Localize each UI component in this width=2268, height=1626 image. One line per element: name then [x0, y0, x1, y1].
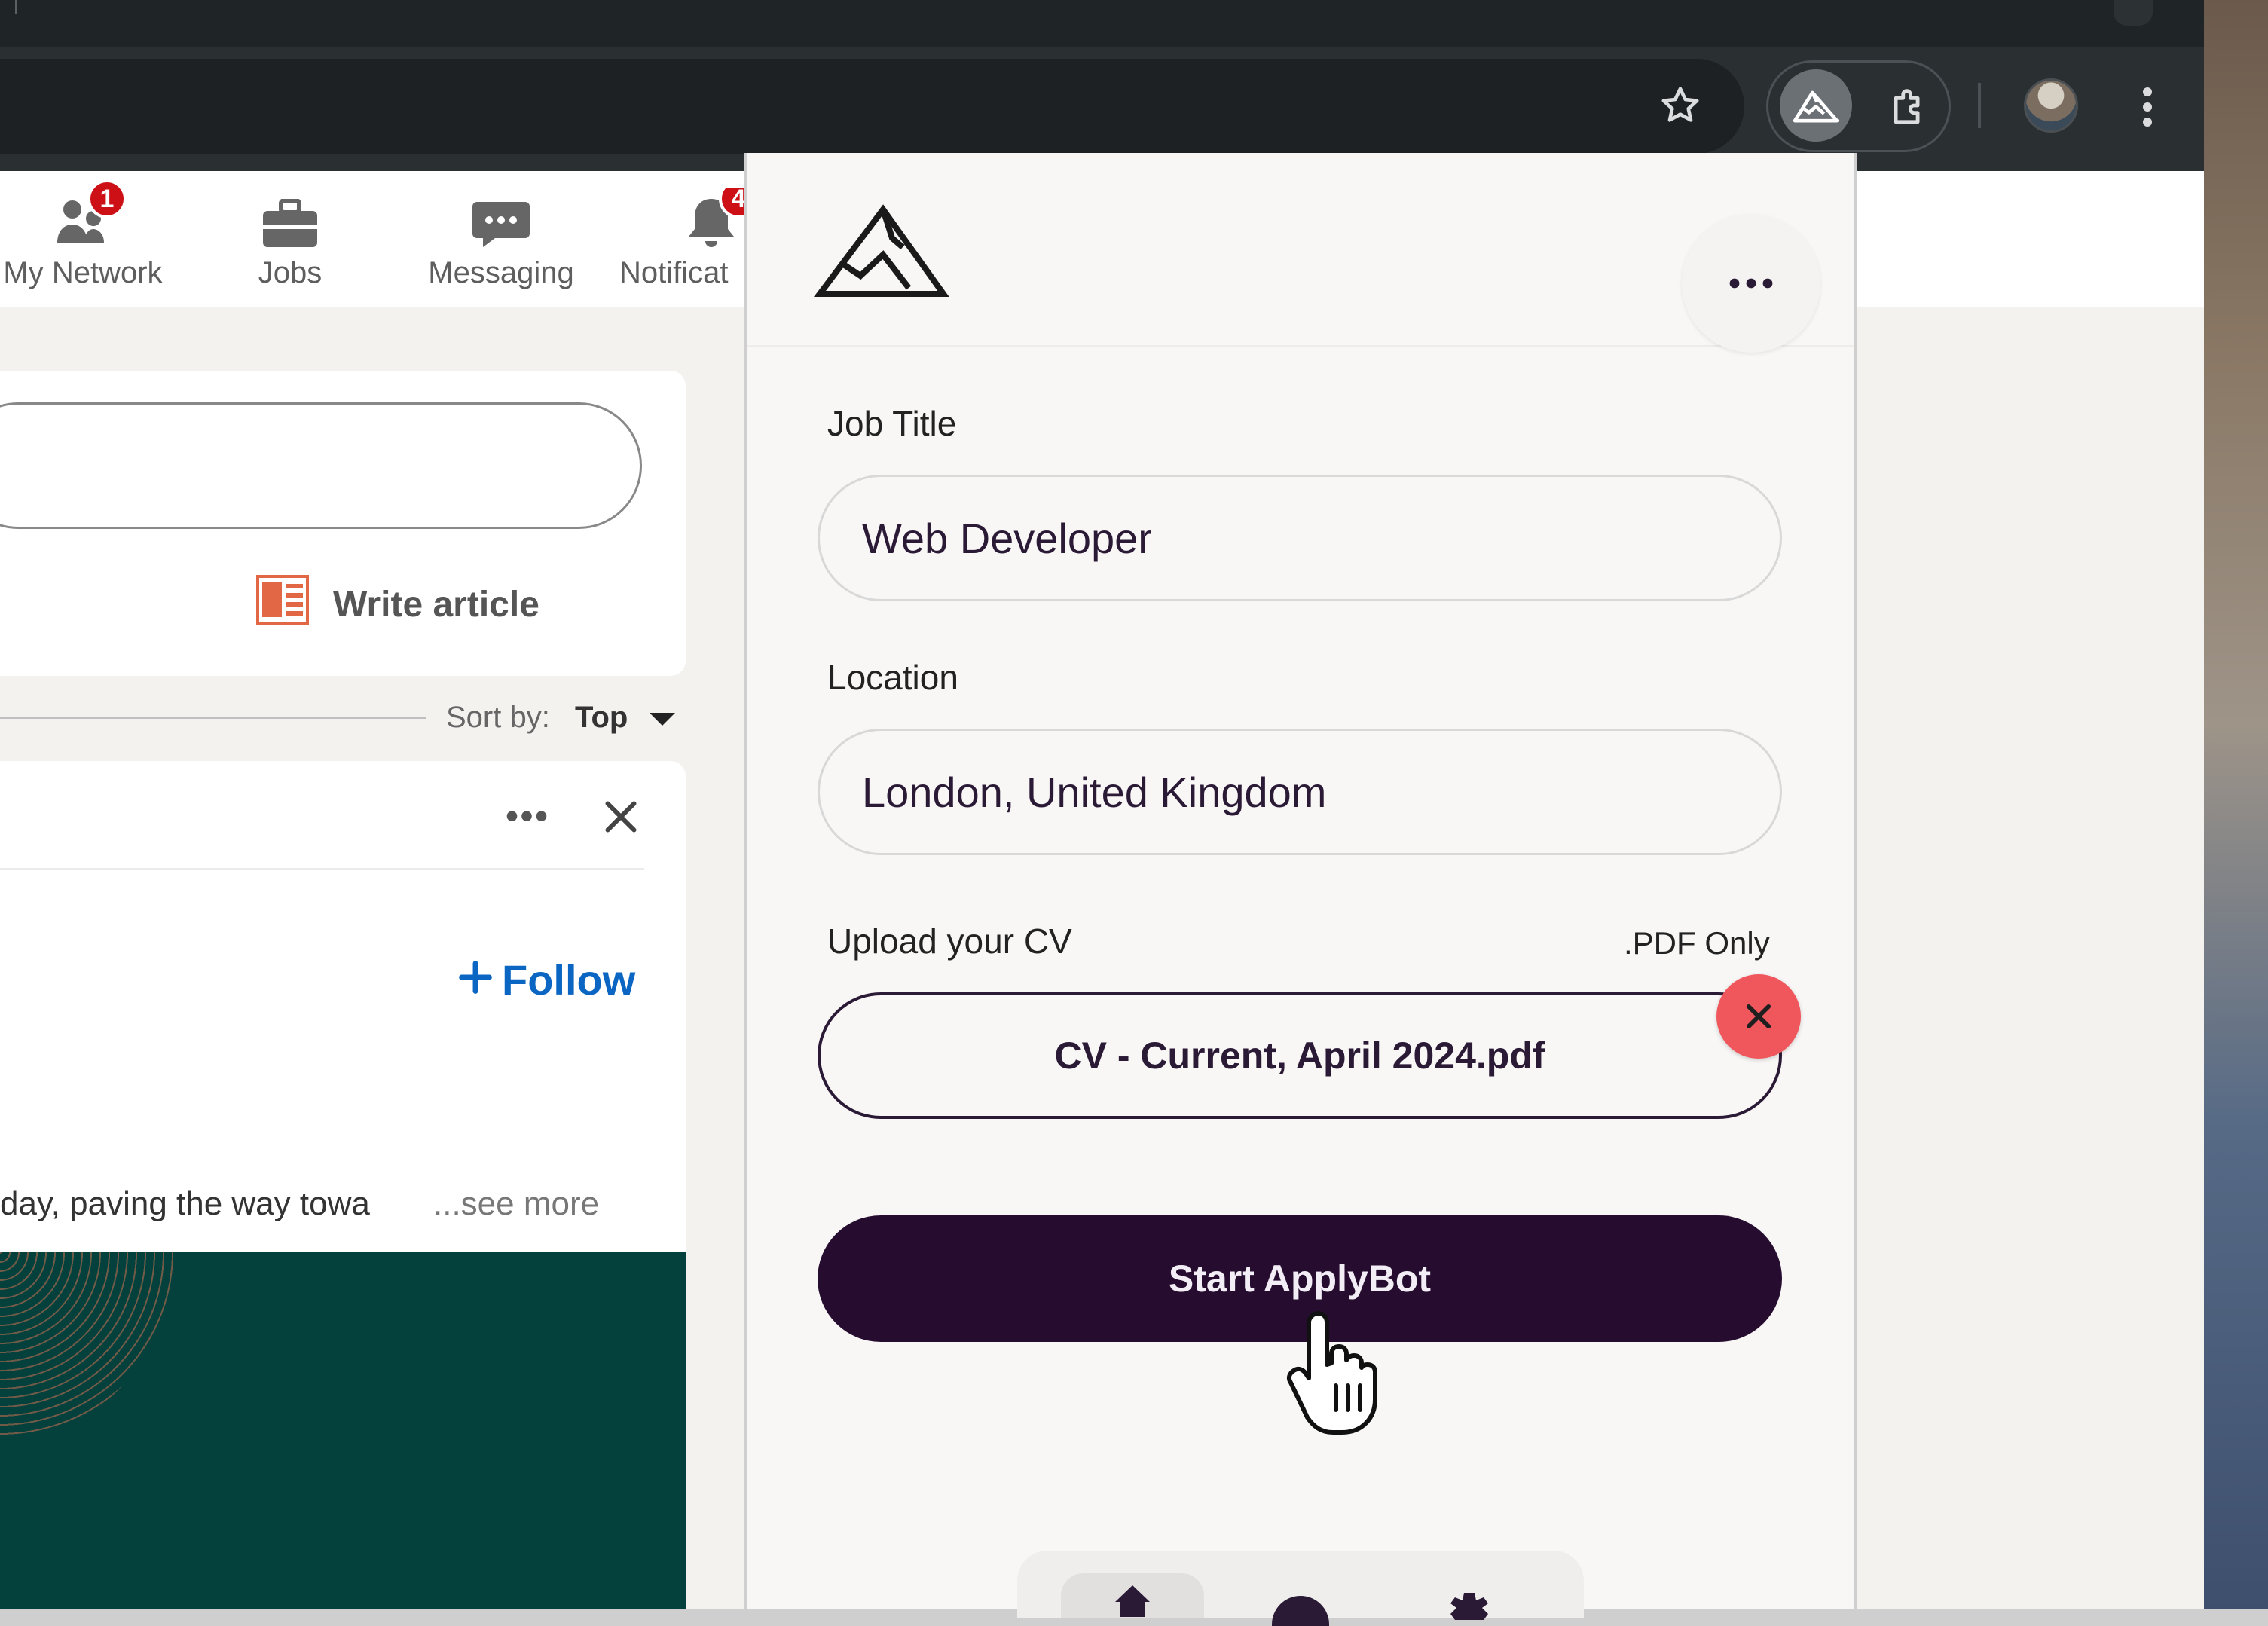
plus-icon: [458, 955, 493, 1004]
notification-badge: 1: [87, 179, 127, 219]
desktop-background: [2204, 0, 2268, 1609]
applybot-popup: [744, 153, 1857, 1609]
more-horizontal-icon[interactable]: [1682, 214, 1820, 353]
post-text: day, paving the way towa ...see more: [0, 1181, 599, 1227]
nav-item-notifications[interactable]: 4 Notificat: [618, 188, 744, 294]
upload-cv-label: Upload your CV: [827, 922, 1072, 961]
browser-tab-strip: [0, 0, 2204, 47]
window-control[interactable]: [2114, 0, 2153, 26]
tab-separator: [15, 0, 17, 14]
post-image[interactable]: [0, 1252, 686, 1609]
sort-label: Sort by:: [446, 701, 550, 734]
post-more-icon[interactable]: •••: [497, 795, 558, 837]
caret-down-icon[interactable]: [650, 713, 675, 726]
follow-button[interactable]: Follow: [458, 949, 635, 1010]
mountain-logo-icon: [814, 202, 949, 300]
uploaded-cv-file[interactable]: CV - Current, April 2024.pdf: [818, 992, 1782, 1119]
nav-label: Jobs: [258, 256, 322, 289]
home-icon[interactable]: [1061, 1573, 1204, 1618]
post-image-pattern: [0, 1252, 173, 1441]
more-vertical-icon[interactable]: [2125, 78, 2170, 136]
nav-item-jobs[interactable]: Jobs: [237, 188, 343, 294]
article-icon: [256, 575, 309, 634]
settings-icon[interactable]: [1443, 1590, 1496, 1620]
start-applybot-button[interactable]: Start ApplyBot: [818, 1215, 1782, 1342]
location-label: Location: [827, 658, 958, 697]
applybot-extension-icon[interactable]: [1780, 69, 1852, 142]
write-article-button[interactable]: Write article: [256, 573, 539, 636]
address-bar[interactable]: [0, 59, 1744, 154]
my-network-icon: 1: [53, 179, 127, 249]
sort-dropdown[interactable]: Top: [575, 701, 628, 735]
remove-file-button[interactable]: [1716, 974, 1801, 1059]
post-divider: [0, 868, 644, 870]
write-article-label: Write article: [333, 584, 539, 625]
see-more-link[interactable]: ...see more: [433, 1185, 599, 1223]
post-text-body: day, paving the way towa: [0, 1185, 370, 1222]
notifications-icon: 4: [686, 188, 744, 249]
location-input[interactable]: [818, 729, 1782, 855]
start-post-input[interactable]: [0, 402, 642, 529]
close-icon[interactable]: [595, 791, 646, 842]
nav-item-my-network[interactable]: 1 My Network: [0, 179, 173, 294]
bookmark-star-icon[interactable]: [1643, 75, 1718, 136]
close-icon: [1746, 1004, 1771, 1029]
job-title-label: Job Title: [827, 404, 957, 443]
profile-avatar[interactable]: [2024, 78, 2078, 133]
nav-item-messaging[interactable]: Messaging: [418, 188, 584, 294]
messaging-icon: [471, 188, 531, 249]
nav-label: Messaging: [428, 256, 574, 289]
toolbar-divider: [1978, 83, 1981, 128]
feed-divider: [0, 717, 426, 719]
jobs-icon: [261, 188, 319, 249]
puzzle-icon[interactable]: [1872, 69, 1945, 142]
popup-header-divider: [747, 345, 1854, 347]
follow-label: Follow: [502, 955, 636, 1004]
pdf-only-hint: .PDF Only: [1624, 925, 1770, 961]
nav-label: My Network: [3, 256, 163, 289]
nav-label: Notificat: [619, 256, 729, 289]
job-title-input[interactable]: [818, 475, 1782, 601]
